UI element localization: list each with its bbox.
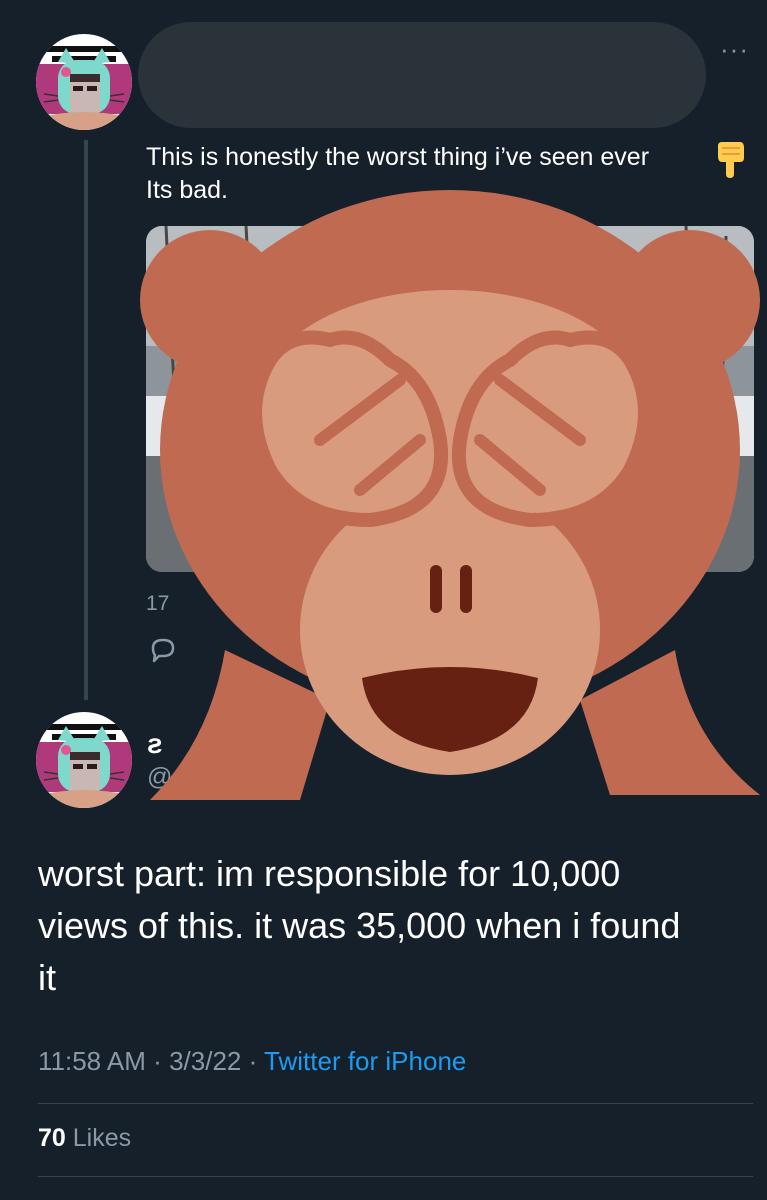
avatar[interactable] [36, 34, 132, 130]
see-no-evil-monkey-icon [130, 180, 767, 800]
tweet-date[interactable]: 3/3/22 [169, 1046, 241, 1076]
tweet-text-line: it [38, 957, 56, 998]
quoted-text-line: This is honestly the worst thing i’ve se… [146, 143, 650, 171]
tweet-meta: 11:58 AM · 3/3/22 · Twitter for iPhone [38, 1046, 466, 1077]
likes-label: Likes [72, 1124, 132, 1152]
avatar[interactable] [36, 712, 132, 808]
more-icon[interactable]: ··· [720, 34, 749, 65]
pointing-down-emoji-icon [716, 138, 746, 178]
tweet-text-line: worst part: im responsible for 10,000 [38, 853, 621, 894]
separator: · [153, 1046, 162, 1076]
tweet-text: worst part: im responsible for 10,000 vi… [38, 848, 758, 1004]
tweet-text-line: views of this. it was 35,000 when i foun… [38, 905, 681, 946]
thread-line [84, 140, 88, 700]
redacted-name-block [138, 22, 706, 128]
separator: · [248, 1046, 258, 1076]
divider [38, 1103, 753, 1104]
divider [38, 1176, 753, 1177]
likes-stat[interactable]: 70 Likes [38, 1124, 131, 1153]
tweet-time[interactable]: 11:58 AM [38, 1046, 146, 1076]
likes-count: 70 [38, 1124, 66, 1152]
tweet-source-link[interactable]: Twitter for iPhone [264, 1046, 466, 1076]
